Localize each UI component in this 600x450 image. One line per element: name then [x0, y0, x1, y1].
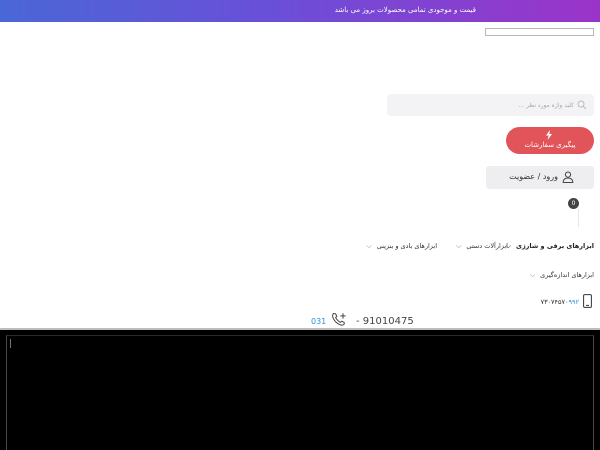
mobile-phone-icon	[583, 294, 592, 308]
nav-item-pneumatic-tools[interactable]: ابزارهای بادی و بنزینی ⌵	[366, 242, 437, 251]
mobile-contact[interactable]: ۷۳۰۷۴۵۷۰۹۹۲	[540, 294, 596, 310]
mobile-number: ۷۳۰۷۴۵۷۰۹۹۲	[540, 298, 579, 306]
nav-item-power-tools[interactable]: ابزارهای برقی و شارژی⌵	[506, 242, 594, 251]
landline-contact[interactable]: 031 - 91010475	[308, 312, 418, 328]
cart-count-badge[interactable]: 0	[568, 198, 579, 209]
search-box[interactable]	[387, 94, 594, 116]
chevron-down-icon: ⌵	[456, 242, 462, 250]
terminal-cursor	[10, 339, 12, 348]
search-icon[interactable]	[577, 100, 587, 110]
track-orders-label: پیگیری سفارشات	[524, 141, 576, 149]
nav-item-label: ابزارهای بادی و بنزینی	[376, 242, 437, 250]
login-register-button[interactable]: ورود / عضویت	[486, 166, 594, 189]
track-orders-button[interactable]: پیگیری سفارشات	[506, 127, 594, 154]
announcement-banner: قیمت و موجودی تمامی محصولات بروز می باشد	[0, 0, 600, 22]
nav-item-measuring-tools[interactable]: ابزارهای اندازه‌گیری ⌵	[530, 271, 594, 280]
search-input[interactable]	[424, 98, 574, 112]
landline-area-code: 031	[311, 317, 327, 326]
phone-add-icon	[332, 312, 346, 326]
nav-item-label: ابزارهای برقی و شارژی	[515, 242, 594, 250]
nav-item-hand-tools[interactable]: ابزارآلات دستی ⌵	[456, 242, 508, 251]
bolt-icon	[546, 130, 552, 140]
announcement-text: قیمت و موجودی تمامی محصولات بروز می باشد	[334, 6, 476, 14]
terminal-panel[interactable]	[0, 328, 600, 450]
cart-divider	[578, 209, 579, 227]
chevron-down-icon: ⌵	[529, 271, 536, 279]
user-icon	[562, 171, 574, 183]
top-text-field[interactable]	[485, 28, 594, 36]
landline-number: - 91010475	[356, 316, 414, 327]
chevron-down-icon: ⌵	[366, 242, 372, 250]
nav-item-label: ابزارهای اندازه‌گیری	[540, 271, 594, 279]
page: قیمت و موجودی تمامی محصولات بروز می باشد…	[0, 0, 600, 450]
terminal-frame	[6, 335, 594, 450]
nav-item-label: ابزارآلات دستی	[466, 242, 508, 250]
login-register-label: ورود / عضویت	[509, 172, 558, 181]
